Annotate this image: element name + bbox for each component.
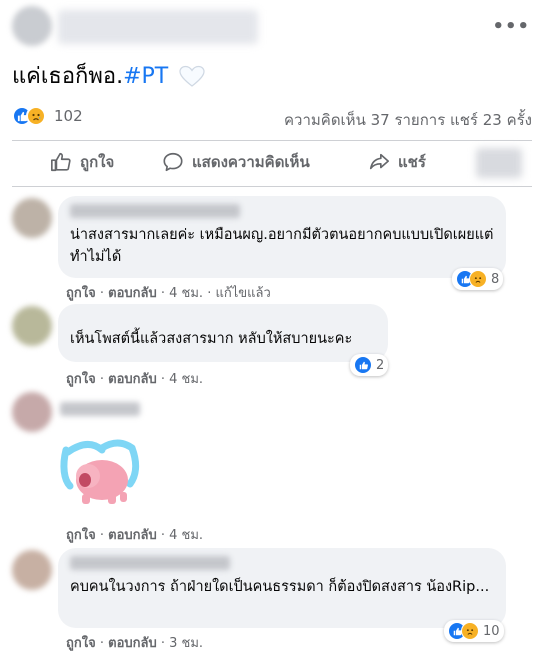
comment-label: แสดงความคิดเห็น [192, 153, 310, 171]
like-reaction-icon [354, 356, 372, 374]
comment-reaction-count: 8 [491, 271, 500, 287]
comment-button[interactable]: แสดงความคิดเห็น [162, 150, 310, 174]
comment-edited: แก้ไขแล้ว [215, 286, 271, 301]
commenter-avatar[interactable] [12, 198, 52, 238]
post-actions: ถูกใจ แสดงความคิดเห็น แชร์ [12, 142, 532, 186]
sad-reaction-icon [26, 106, 46, 126]
sad-reaction-icon [461, 622, 479, 640]
commenter-avatar[interactable] [12, 392, 52, 432]
comment-time[interactable]: 3 ชม. [169, 636, 203, 651]
comment-reactions[interactable]: 2 [350, 354, 389, 376]
author-name-redacted[interactable] [58, 10, 258, 44]
comment-like-link[interactable]: ถูกใจ [66, 372, 96, 387]
comment-reactions[interactable]: 10 [444, 620, 504, 642]
hashtag-link[interactable]: #PT [123, 64, 168, 89]
comment-like-link[interactable]: ถูกใจ [66, 528, 96, 543]
divider [12, 140, 532, 141]
post-text: แค่เธอก็พอ.#PT [12, 62, 205, 92]
share-button[interactable]: แชร์ [368, 150, 426, 174]
comment-reply-link[interactable]: ตอบกลับ [108, 286, 157, 301]
author-avatar[interactable] [12, 6, 52, 46]
commenter-name-redacted[interactable] [70, 312, 130, 326]
comments-shares-count[interactable]: ความคิดเห็น 37 รายการ แชร์ 23 ครั้ง [284, 108, 532, 132]
comment-reply-link[interactable]: ตอบกลับ [108, 372, 157, 387]
reaction-count: 102 [54, 107, 83, 125]
white-heart-icon [179, 65, 205, 87]
crying-pig-sticker[interactable] [58, 436, 140, 508]
viewer-avatar-redacted[interactable] [476, 148, 522, 178]
thumbs-up-icon [51, 152, 71, 172]
comment-bubble: เห็นโพสต์นี้แล้วสงสารมาก หลับให้สบายนะคะ [58, 304, 388, 362]
commenter-name-redacted[interactable] [70, 556, 230, 570]
comment-reaction-count: 10 [483, 623, 500, 639]
comment-reaction-count: 2 [376, 357, 385, 373]
comment-like-link[interactable]: ถูกใจ [66, 636, 96, 651]
comment-text: เห็นโพสต์นี้แล้วสงสารมาก หลับให้สบายนะคะ [70, 331, 353, 347]
share-label: แชร์ [398, 153, 426, 171]
comment-text: น่าสงสารมากเลยค่ะ เหมือนผญ.อยากมีตัวตนอย… [70, 227, 494, 265]
commenter-avatar[interactable] [12, 306, 52, 346]
like-label: ถูกใจ [80, 153, 115, 171]
commenter-name-redacted[interactable] [60, 402, 140, 416]
like-button[interactable]: ถูกใจ [50, 150, 114, 174]
comment-bubble: คบคนในวงการ ถ้าฝ่ายใดเป็นคนธรรมดา ก็ต้อง… [58, 548, 506, 628]
comment-meta: ถูกใจ · ตอบกลับ · 4 ชม. · แก้ไขแล้ว [66, 286, 271, 301]
comment-meta: ถูกใจ · ตอบกลับ · 3 ชม. [66, 636, 204, 651]
comment-time[interactable]: 4 ชม. [169, 528, 203, 543]
share-icon [369, 153, 389, 170]
comment-reactions[interactable]: 8 [452, 268, 504, 290]
commenter-name-redacted[interactable] [70, 204, 240, 218]
comment-icon [163, 152, 183, 172]
comment-meta: ถูกใจ · ตอบกลับ · 4 ชม. [66, 372, 204, 387]
reaction-summary[interactable]: 102 [12, 106, 83, 126]
commenter-avatar[interactable] [12, 550, 52, 590]
more-horizontal-icon[interactable]: ••• [492, 16, 530, 37]
comment-time[interactable]: 4 ชม. [169, 286, 203, 301]
comment-reply-link[interactable]: ตอบกลับ [108, 636, 157, 651]
post-header: ••• [0, 0, 544, 54]
comment-time[interactable]: 4 ชม. [169, 372, 203, 387]
comment-text: คบคนในวงการ ถ้าฝ่ายใดเป็นคนธรรมดา ก็ต้อง… [70, 579, 490, 595]
comment-reply-link[interactable]: ตอบกลับ [108, 528, 157, 543]
divider [12, 186, 532, 187]
comment-meta: ถูกใจ · ตอบกลับ · 4 ชม. [66, 528, 204, 543]
comment-like-link[interactable]: ถูกใจ [66, 286, 96, 301]
comment-bubble: น่าสงสารมากเลยค่ะ เหมือนผญ.อยากมีตัวตนอย… [58, 196, 506, 278]
post-text-main: แค่เธอก็พอ. [12, 64, 124, 89]
sad-reaction-icon [469, 270, 487, 288]
post-stats: 102 ความคิดเห็น 37 รายการ แชร์ 23 ครั้ง [12, 104, 532, 132]
